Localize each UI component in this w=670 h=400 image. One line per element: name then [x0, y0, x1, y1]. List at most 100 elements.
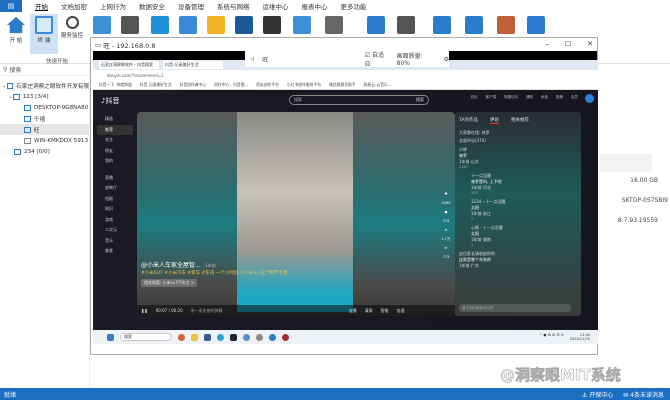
tab-works[interactable]: TA的作品 [459, 117, 478, 124]
bookmark[interactable]: 抖音创作者中心 [180, 82, 207, 88]
tab-related[interactable]: 相关推荐 [511, 117, 529, 124]
terminal-button[interactable]: 终 端 [30, 14, 58, 54]
douyin-nav-item[interactable]: 朋友 [97, 146, 133, 157]
bookmark[interactable]: 网易云-云音乐... [364, 82, 392, 88]
douyin-top-icon[interactable]: 充钻 [471, 95, 478, 100]
douyin-nav-item[interactable]: 游戏 [97, 215, 133, 226]
quality-setting[interactable]: 画面质量: 80% [397, 51, 436, 67]
douyin-nav-item[interactable]: 音乐 [97, 236, 133, 247]
menu-tab-start[interactable]: 开始 [35, 1, 48, 11]
bookmark[interactable]: 抖音-记录美好生活 [140, 82, 172, 88]
douyin-top-icon[interactable]: 客户端 [486, 95, 497, 100]
douyin-top-icon[interactable]: 通知 [526, 95, 533, 100]
speed-button[interactable]: 倍速 [397, 308, 405, 314]
douyin-top-icon[interactable]: 会员 [571, 95, 578, 100]
chrome-icon[interactable] [178, 333, 185, 341]
video-author[interactable]: @小米人车家全屋智... [141, 262, 201, 269]
unread-messages-link[interactable]: ✉ 4条未读消息 [623, 390, 664, 399]
douyin-nav-item[interactable]: 我的 [97, 156, 133, 167]
start-button[interactable]: 开 始 [4, 14, 28, 54]
share-icon[interactable]: ➦ [439, 244, 453, 253]
minimize-button[interactable]: – [545, 40, 549, 48]
douyin-nav-item[interactable]: 二次元 [97, 225, 133, 236]
tab-comments[interactable]: 评论 [489, 117, 499, 124]
menu-tab-doc-encrypt[interactable]: 文档加密 [61, 1, 87, 11]
douyin-nav-item[interactable]: 放映厅 [97, 183, 133, 194]
menu-tab-data-security[interactable]: 数据安全 [139, 1, 165, 11]
comment-input[interactable]: 留下你的精彩评论吧 [459, 304, 571, 312]
autofit-checkbox[interactable]: ☑ 自适应 [365, 50, 389, 68]
tree-node-computer[interactable]: 千禧 [0, 113, 89, 124]
maximize-button[interactable]: ☐ [565, 40, 571, 48]
bookmark[interactable]: 西瓜创作平台 [256, 82, 279, 88]
avatar[interactable] [585, 94, 594, 103]
app-icon[interactable] [269, 333, 276, 341]
app-icon[interactable] [230, 333, 237, 341]
tray-icons[interactable]: ^ ● ⁂ ⊞ 中 ⊡ [539, 333, 563, 341]
bookmark[interactable]: 微信视频号助手 [329, 82, 356, 88]
menu-tab-internet[interactable]: 上网行为 [100, 1, 126, 11]
bookmark[interactable]: 抖音一下, 你就知道 [99, 82, 132, 88]
settings-icon[interactable]: ⚙ [444, 56, 449, 63]
table-header [600, 154, 652, 172]
comment-icon[interactable]: ● [439, 208, 453, 217]
douyin-top-icon[interactable]: 快捷访问 [504, 95, 518, 100]
app-icon[interactable] [243, 333, 250, 341]
douyin-nav-item[interactable]: 知识 [97, 204, 133, 215]
douyin-nav-item[interactable]: 短剧 [97, 194, 133, 205]
like-icon[interactable]: ♥ [439, 190, 453, 199]
menu-tab-more[interactable]: 更多功能 [341, 1, 367, 11]
pin-icon[interactable]: ⊣ [249, 56, 254, 63]
edge-icon[interactable] [217, 333, 224, 341]
remote-desktop-window[interactable]: ▭ 旺 - 192.168.0.8 – ☐ ✕ 石家庄洞察眼软件 - 抖音搜索 抖音… [90, 37, 598, 355]
douyin-search-button[interactable]: 搜索 [416, 96, 424, 104]
related-search-link[interactable]: 相关搜索: 小米su7汽车主 > [141, 279, 198, 287]
chart-doc-icon [93, 16, 111, 34]
douyin-logo[interactable]: ♪抖音 [101, 96, 119, 106]
close-button[interactable]: ✕ [587, 40, 593, 48]
douyin-nav-item[interactable]: 精选 [97, 114, 133, 125]
tree-node-computer-selected[interactable]: 旺 [0, 124, 89, 135]
douyin-top-icon[interactable]: 投稿 [556, 95, 563, 100]
start-icon[interactable] [107, 333, 114, 341]
douyin-search-input[interactable]: 搜索 搜索 [289, 95, 429, 105]
folder-icon[interactable] [191, 333, 198, 341]
quality-button[interactable]: 智能 [381, 308, 389, 314]
security-center-link[interactable]: ⚓ 开保中心 [582, 390, 613, 399]
browser-tab-active[interactable]: 抖音-记录美好生活 [163, 61, 223, 69]
tree-node-company[interactable]: ⌄ 石家庄洞察之眼软件开发有限 [0, 80, 89, 91]
document-transfer-icon [293, 16, 311, 34]
danmaku-input[interactable]: 发一条友善的弹幕 [191, 308, 281, 314]
app-icon[interactable] [282, 333, 289, 341]
douyin-nav-item[interactable]: 关注 [97, 135, 133, 146]
tree-node-group-123[interactable]: ⌄ 123 [3/4] [0, 91, 89, 102]
pause-button[interactable]: ❚❚ [141, 308, 148, 313]
file-menu-button[interactable]: ▤ [0, 0, 22, 12]
app-icon[interactable] [256, 333, 263, 341]
menu-tab-system[interactable]: 系统与网络 [217, 1, 250, 11]
douyin-nav-item[interactable]: 美食 [97, 246, 133, 257]
tree-node-computer-offline[interactable]: WIN-KMKDDX 5913 [0, 135, 89, 146]
bookmark[interactable]: 小红书创作服务平台 [287, 82, 321, 88]
menu-tab-report[interactable]: 报表中心 [302, 1, 328, 11]
tree-node-group-234[interactable]: 234 [0/0] [0, 146, 89, 157]
comment-item: 小钟 林罗 1年前·山东 2187 [455, 145, 581, 171]
autoplay-toggle[interactable]: 连播 [349, 308, 357, 314]
tree-search-input[interactable]: ⚲ 搜索 [0, 64, 89, 76]
douyin-nav-item[interactable]: 直播 [97, 173, 133, 184]
video-player[interactable]: @小米人车家全屋智... · 1年前 #小米SU7 #小米汽车 #新车 #车内 … [137, 112, 455, 316]
address-bar[interactable]: douyin.com/?recommend=1 [93, 70, 598, 80]
taskbar-search[interactable]: 搜索 [120, 333, 172, 341]
remote-screen[interactable]: 石家庄洞察眼软件 - 抖音搜索 抖音-记录美好生活 douyin.com/?re… [93, 60, 598, 344]
app-icon[interactable] [204, 333, 211, 341]
menu-tab-ops[interactable]: 运维中心 [263, 1, 289, 11]
clear-screen-button[interactable]: 清屏 [365, 308, 373, 314]
browser-tab[interactable]: 石家庄洞察眼软件 - 抖音搜索 [99, 61, 159, 69]
star-icon[interactable]: ★ [439, 226, 453, 235]
menu-tab-device[interactable]: 设备管理 [178, 1, 204, 11]
tree-node-computer[interactable]: DESKTOP-9G8NA80 [0, 102, 89, 113]
service-monitor-button[interactable]: 服务监控 [58, 14, 86, 54]
douyin-top-icon[interactable]: 私信 [541, 95, 548, 100]
bookmark[interactable]: 创作中心 - 抖音图... [214, 82, 248, 88]
douyin-nav-item[interactable]: 推荐 [97, 124, 133, 135]
